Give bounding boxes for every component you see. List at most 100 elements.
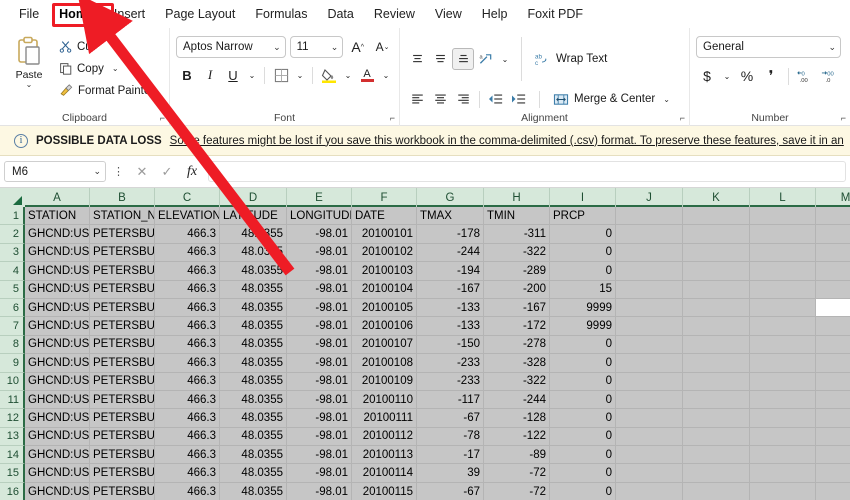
cell-G11[interactable]: -117 — [417, 391, 484, 409]
increase-indent-button[interactable] — [508, 88, 530, 110]
cell-H1[interactable]: TMIN — [484, 207, 550, 225]
font-color-dropdown[interactable]: ⌄ — [379, 64, 393, 86]
chevron-down-icon[interactable]: ⌄ — [112, 64, 119, 73]
cell-M2[interactable] — [816, 225, 850, 243]
column-header-m[interactable]: M — [816, 188, 850, 207]
cell-C2[interactable]: 466.3 — [155, 225, 220, 243]
row-header-8[interactable]: 8 — [0, 336, 25, 354]
cell-A7[interactable]: GHCND:US — [25, 317, 90, 335]
cell-G13[interactable]: -78 — [417, 428, 484, 446]
cell-K3[interactable] — [683, 244, 750, 262]
warning-message[interactable]: Some features might be lost if you save … — [170, 135, 844, 147]
cell-G9[interactable]: -233 — [417, 354, 484, 372]
borders-dropdown[interactable]: ⌄ — [293, 64, 307, 86]
cell-F13[interactable]: 20100112 — [352, 428, 417, 446]
alignment-dialog-launcher-icon[interactable]: ⌐ — [680, 113, 685, 123]
cell-M12[interactable] — [816, 409, 850, 427]
cell-M5[interactable] — [816, 281, 850, 299]
cell-F8[interactable]: 20100107 — [352, 336, 417, 354]
cell-D11[interactable]: 48.0355 — [220, 391, 287, 409]
bottom-align-button[interactable] — [452, 48, 474, 70]
cell-G16[interactable]: -67 — [417, 483, 484, 500]
cell-L2[interactable] — [750, 225, 816, 243]
cell-L5[interactable] — [750, 281, 816, 299]
select-all-corner[interactable] — [0, 188, 25, 207]
cell-D15[interactable]: 48.0355 — [220, 464, 287, 482]
cell-I9[interactable]: 0 — [550, 354, 616, 372]
borders-button[interactable] — [270, 64, 292, 86]
cell-I2[interactable]: 0 — [550, 225, 616, 243]
cell-M9[interactable] — [816, 354, 850, 372]
chevron-down-icon[interactable]: ⌄ — [26, 81, 33, 89]
tab-data[interactable]: Data — [318, 3, 362, 25]
cell-E15[interactable]: -98.01 — [287, 464, 352, 482]
cell-E12[interactable]: -98.01 — [287, 409, 352, 427]
chevron-down-icon[interactable]: ⌄ — [331, 42, 339, 53]
font-size-combo[interactable]: 11 ⌄ — [290, 36, 344, 58]
cell-G7[interactable]: -133 — [417, 317, 484, 335]
cell-E9[interactable]: -98.01 — [287, 354, 352, 372]
clipboard-dialog-launcher-icon[interactable]: ⌐ — [160, 113, 165, 123]
cancel-formula-icon[interactable]: ✕ — [131, 164, 153, 180]
tab-review[interactable]: Review — [365, 3, 424, 25]
cell-A14[interactable]: GHCND:US — [25, 446, 90, 464]
cell-L9[interactable] — [750, 354, 816, 372]
cell-A4[interactable]: GHCND:US — [25, 262, 90, 280]
top-align-button[interactable] — [406, 48, 428, 70]
cell-D1[interactable]: LATITUDE — [220, 207, 287, 225]
cut-button[interactable]: Cut — [56, 37, 153, 56]
number-format-combo[interactable]: General ⌄ — [696, 36, 841, 58]
cell-J15[interactable] — [616, 464, 683, 482]
cell-C1[interactable]: ELEVATION — [155, 207, 220, 225]
chevron-down-icon[interactable]: ⌄ — [273, 42, 281, 53]
paste-button[interactable]: Paste ⌄ — [6, 34, 52, 100]
cell-F10[interactable]: 20100109 — [352, 373, 417, 391]
cell-D7[interactable]: 48.0355 — [220, 317, 287, 335]
cell-K2[interactable] — [683, 225, 750, 243]
cell-M11[interactable] — [816, 391, 850, 409]
cell-J3[interactable] — [616, 244, 683, 262]
cell-G5[interactable]: -167 — [417, 281, 484, 299]
cell-B1[interactable]: STATION_N — [90, 207, 155, 225]
cell-I8[interactable]: 0 — [550, 336, 616, 354]
decrease-indent-button[interactable] — [485, 88, 507, 110]
tab-insert[interactable]: Insert — [105, 3, 154, 25]
cell-J6[interactable] — [616, 299, 683, 317]
cell-C4[interactable]: 466.3 — [155, 262, 220, 280]
cell-G12[interactable]: -67 — [417, 409, 484, 427]
increase-font-size-button[interactable]: A^ — [347, 36, 368, 58]
column-header-e[interactable]: E — [287, 188, 352, 207]
cell-A9[interactable]: GHCND:US — [25, 354, 90, 372]
cell-M7[interactable] — [816, 317, 850, 335]
cell-K1[interactable] — [683, 207, 750, 225]
cell-L16[interactable] — [750, 483, 816, 500]
column-header-c[interactable]: C — [155, 188, 220, 207]
cell-A13[interactable]: GHCND:US — [25, 428, 90, 446]
accounting-format-button[interactable]: $ — [696, 65, 718, 87]
row-header-14[interactable]: 14 — [0, 446, 25, 464]
cell-L6[interactable] — [750, 299, 816, 317]
cells-area[interactable]: STATIONSTATION_NELEVATIONLATITUDELONGITU… — [25, 207, 850, 500]
cell-I7[interactable]: 9999 — [550, 317, 616, 335]
font-name-combo[interactable]: Aptos Narrow ⌄ — [176, 36, 286, 58]
cell-H15[interactable]: -72 — [484, 464, 550, 482]
cell-I16[interactable]: 0 — [550, 483, 616, 500]
cell-I4[interactable]: 0 — [550, 262, 616, 280]
cell-H10[interactable]: -322 — [484, 373, 550, 391]
chevron-down-icon[interactable]: ⌄ — [828, 42, 836, 53]
align-right-button[interactable] — [452, 88, 474, 110]
cell-E7[interactable]: -98.01 — [287, 317, 352, 335]
cell-A5[interactable]: GHCND:US — [25, 281, 90, 299]
cell-B16[interactable]: PETERSBUF — [90, 483, 155, 500]
cell-I12[interactable]: 0 — [550, 409, 616, 427]
row-header-4[interactable]: 4 — [0, 262, 25, 280]
accounting-dropdown[interactable]: ⌄ — [720, 65, 734, 87]
cell-I1[interactable]: PRCP — [550, 207, 616, 225]
column-header-d[interactable]: D — [220, 188, 287, 207]
row-header-6[interactable]: 6 — [0, 299, 25, 317]
cell-F9[interactable]: 20100108 — [352, 354, 417, 372]
cell-B9[interactable]: PETERSBUF — [90, 354, 155, 372]
cell-J16[interactable] — [616, 483, 683, 500]
column-header-f[interactable]: F — [352, 188, 417, 207]
orientation-button[interactable]: a — [475, 48, 497, 70]
